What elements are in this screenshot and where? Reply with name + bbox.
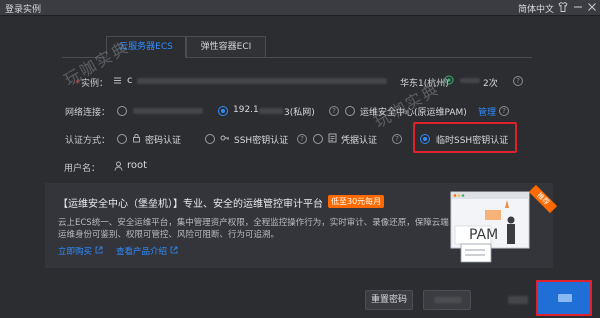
credential-auth-label: 凭据认证 — [341, 136, 378, 146]
radio-private-ip[interactable] — [218, 106, 228, 116]
instance-id[interactable]: c — [127, 75, 133, 86]
reset-password-button[interactable]: 重置密码 — [365, 290, 413, 310]
radio-credential-auth[interactable] — [313, 134, 323, 144]
key-icon — [220, 133, 230, 146]
radio-public-ip[interactable] — [117, 106, 127, 116]
pam-art-label: PAM — [469, 227, 499, 243]
instance-status-redacted — [460, 78, 480, 83]
login-button[interactable] — [536, 280, 592, 316]
radio-ssh-key-auth[interactable] — [205, 134, 215, 144]
tab-eci[interactable]: 弹性容器ECI — [186, 36, 266, 58]
redacted-label — [508, 296, 528, 304]
password-auth-label: 密码认证 — [145, 136, 182, 146]
minimize-icon[interactable] — [571, 1, 585, 15]
secondary-button[interactable] — [423, 290, 471, 310]
radio-bastion[interactable] — [345, 106, 355, 116]
manage-link[interactable]: 管理 — [478, 105, 496, 118]
instance-id-redacted — [137, 78, 387, 84]
radio-password-auth[interactable] — [117, 134, 127, 144]
online-status-icon — [444, 75, 454, 88]
redacted-label — [558, 294, 572, 302]
username-value[interactable]: root — [127, 160, 147, 171]
window-titlebar: 登录实例 简体中文 — [0, 0, 600, 16]
username-label: 用户名： — [63, 164, 100, 174]
user-icon — [114, 161, 123, 174]
close-icon[interactable] — [585, 1, 599, 15]
help-icon[interactable]: ? — [297, 134, 307, 144]
price-badge: 低至30元每月 — [328, 195, 385, 208]
login-count: 2次 — [483, 79, 498, 89]
private-ip-prefix: 192.1 — [233, 105, 259, 115]
list-icon — [113, 76, 122, 88]
redacted-label — [434, 297, 462, 303]
external-link-icon — [95, 246, 103, 254]
auth-label: 认证方式： — [64, 136, 110, 146]
ssh-key-auth-label: SSH密钥认证 — [234, 136, 289, 146]
temp-ssh-key-auth-label: 临时SSH密钥认证 — [436, 136, 509, 146]
help-icon[interactable]: ? — [499, 106, 509, 116]
public-ip-redacted — [133, 108, 203, 114]
credential-icon — [328, 133, 337, 146]
help-icon[interactable]: ? — [329, 106, 339, 116]
pam-illustration: PAM — [445, 188, 545, 266]
help-icon[interactable]: ? — [392, 134, 402, 144]
product-intro-link[interactable]: 查看产品介绍 — [116, 245, 178, 257]
banner-description: 云上ECS统一、安全运维平台，集中管理资产权限，全程监控操作行为，实时审计、录像… — [58, 218, 449, 240]
private-ip-suffix: 3(私网) — [284, 108, 315, 118]
banner-title: 【运维安全中心（堡垒机）】专业、安全的运维管控审计平台 — [58, 199, 323, 210]
network-label: 网络连接： — [64, 108, 110, 118]
radio-temp-ssh-key-auth[interactable] — [420, 134, 430, 144]
private-ip-redacted — [259, 108, 283, 114]
external-link-icon — [170, 246, 178, 254]
shirt-icon[interactable] — [556, 1, 570, 15]
help-icon[interactable]: ? — [513, 76, 523, 86]
language-selector[interactable]: 简体中文 — [518, 2, 554, 15]
buy-now-link[interactable]: 立即购买 — [58, 245, 103, 257]
window-title: 登录实例 — [5, 5, 42, 15]
lock-icon — [132, 133, 141, 146]
